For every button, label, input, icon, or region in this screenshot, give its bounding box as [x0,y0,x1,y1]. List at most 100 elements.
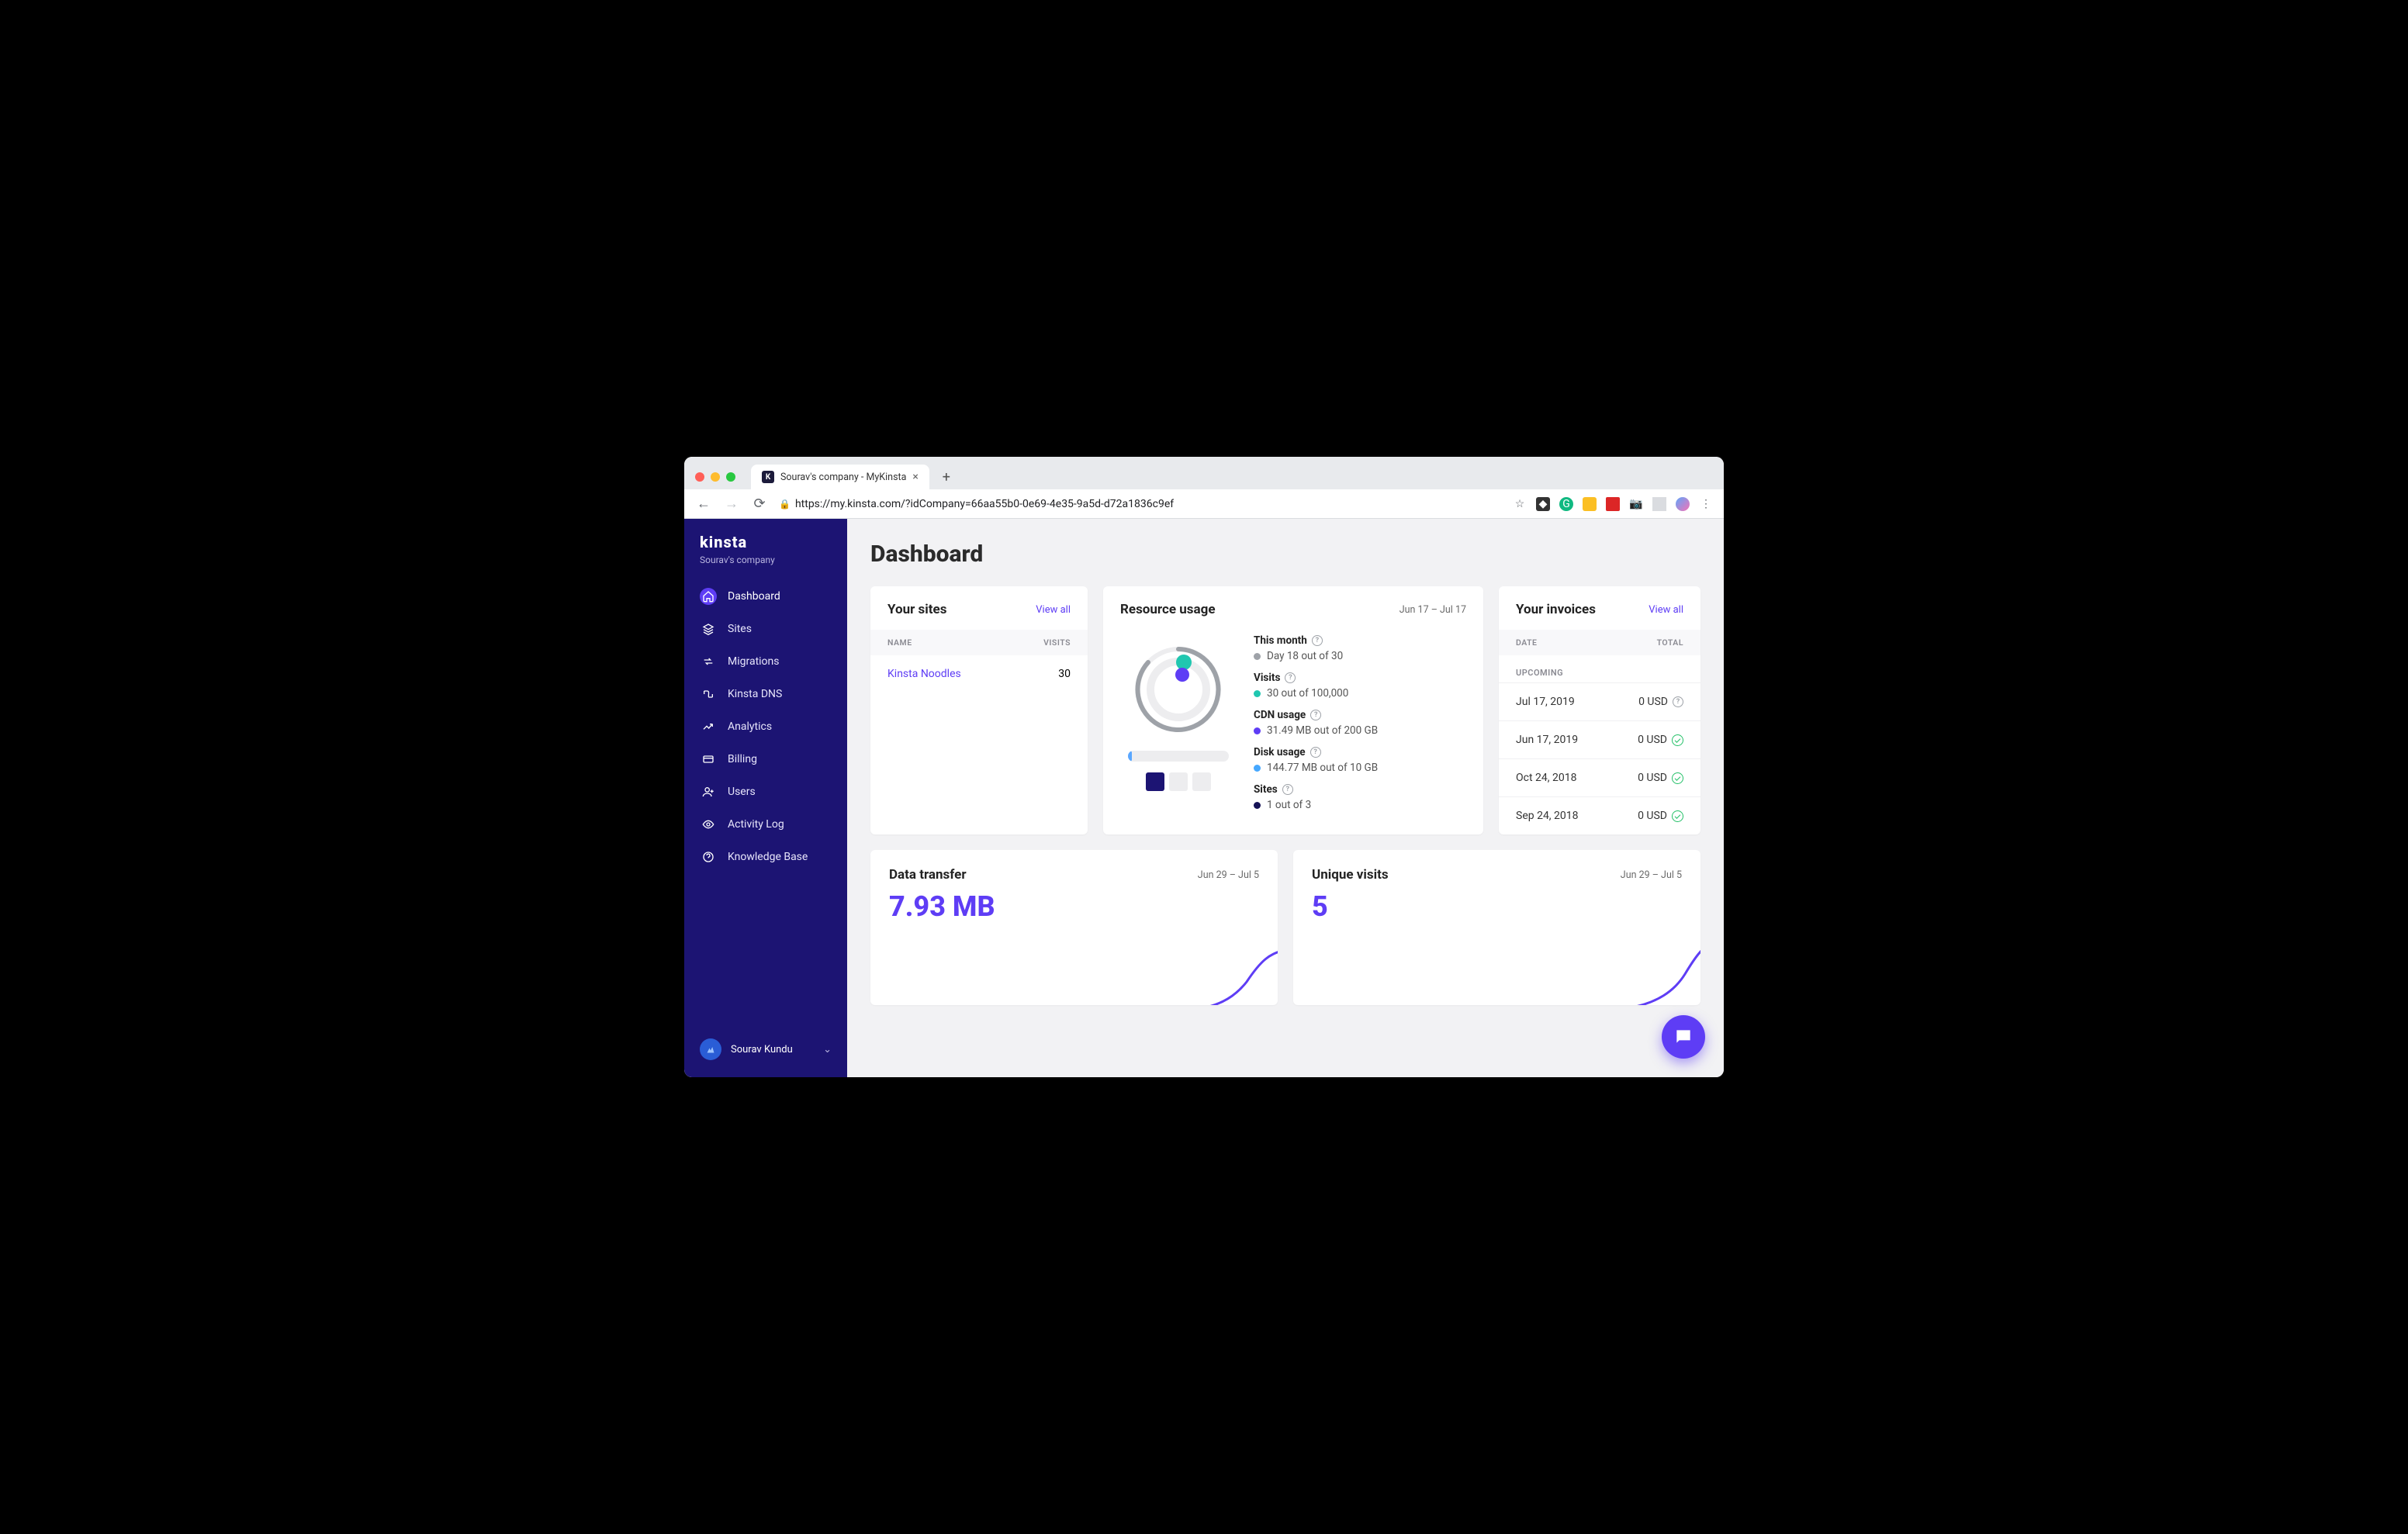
sidebar-item-migrations[interactable]: Migrations [684,646,847,677]
metric-visits: Visits 30 out of 100,000 [1254,672,1466,700]
sidebar-item-billing[interactable]: Billing [684,744,847,775]
sidebar-item-sites[interactable]: Sites [684,613,847,644]
card-title: Your invoices [1516,602,1596,617]
new-tab-button[interactable]: + [936,466,957,488]
browser-tab-bar: K Sourav's company - MyKinsta × + [684,457,1724,489]
sidebar-item-dns[interactable]: Kinsta DNS [684,679,847,710]
browser-menu-icon[interactable]: ⋮ [1699,497,1713,511]
page-title: Dashboard [870,541,1700,568]
invoice-row[interactable]: Sep 24, 2018 0 USD [1499,796,1700,834]
sidebar: kinsta Sourav's company Dashboard Sites … [684,519,847,1077]
extension-icon[interactable] [1606,497,1620,511]
invoice-amount: 0 USD [1638,696,1668,708]
sidebar-item-users[interactable]: Users [684,776,847,807]
check-icon [1672,734,1683,746]
card-title: Resource usage [1120,602,1216,617]
profile-avatar-icon[interactable] [1676,497,1690,511]
user-name: Sourav Kundu [731,1044,793,1055]
sidebar-item-label: Users [728,786,756,798]
tab-title: Sourav's company - MyKinsta [780,472,906,483]
invoice-amount: 0 USD [1638,734,1667,746]
invoice-date: Jun 17, 2019 [1516,734,1578,746]
invoice-amount: 0 USD [1638,772,1667,784]
help-icon[interactable] [1673,696,1683,707]
window-controls [695,472,735,482]
extension-icons: ☆ ◆ G 📷 ⋮ [1513,497,1713,511]
maximize-window-icon[interactable] [726,472,735,482]
disk-bar [1128,751,1229,762]
minimize-window-icon[interactable] [711,472,720,482]
resource-donut-chart [1128,639,1229,740]
sidebar-item-analytics[interactable]: Analytics [684,711,847,742]
invoice-row[interactable]: Jun 17, 2019 0 USD [1499,720,1700,758]
chat-fab-button[interactable] [1662,1015,1705,1059]
tab-close-icon[interactable]: × [912,471,918,483]
view-all-link[interactable]: View all [1036,604,1071,616]
metric-disk: Disk usage 144.77 MB out of 10 GB [1254,746,1466,774]
swap-icon [700,653,717,670]
card-title: Your sites [887,602,946,617]
extension-icon[interactable] [1583,497,1597,511]
metric-month: This month Day 18 out of 30 [1254,634,1466,662]
back-button[interactable]: ← [695,496,712,512]
help-icon[interactable] [1312,635,1323,646]
sidebar-item-kb[interactable]: Knowledge Base [684,841,847,872]
metric-cdn: CDN usage 31.49 MB out of 200 GB [1254,709,1466,737]
sidebar-item-activity[interactable]: Activity Log [684,809,847,840]
help-icon[interactable] [1285,672,1296,683]
help-icon[interactable] [1310,747,1321,758]
extension-icon[interactable]: 📷 [1629,497,1643,511]
col-date: DATE [1516,637,1537,648]
forward-button[interactable]: → [723,496,740,512]
sidebar-item-label: Analytics [728,720,772,733]
help-icon[interactable] [1282,784,1293,795]
home-icon [700,588,717,605]
favicon-icon: K [762,471,774,483]
bookmark-icon[interactable]: ☆ [1513,497,1527,511]
stack-icon [700,620,717,637]
site-link[interactable]: Kinsta Noodles [887,668,961,680]
invoice-row[interactable]: Jul 17, 2019 0 USD [1499,682,1700,720]
sidebar-item-dashboard[interactable]: Dashboard [684,581,847,612]
sidebar-item-label: Knowledge Base [728,851,808,863]
card-icon [700,751,717,768]
route-icon [700,686,717,703]
extension-icon[interactable]: ◆ [1536,497,1550,511]
sites-card: Your sites View all NAME VISITS Kinsta N… [870,586,1088,834]
site-visits: 30 [1058,668,1071,680]
unique-visits-card: Unique visits Jun 29 – Jul 5 5 [1293,850,1700,1005]
invoice-row[interactable]: Oct 24, 2018 0 USD [1499,758,1700,796]
table-row[interactable]: Kinsta Noodles 30 [870,655,1088,693]
date-range: Jun 29 – Jul 5 [1621,869,1682,881]
sidebar-item-label: Dashboard [728,590,780,603]
dot-icon [1254,765,1261,772]
help-icon [700,848,717,865]
dot-icon [1254,802,1261,809]
table-header: NAME VISITS [870,630,1088,655]
date-range: Jun 29 – Jul 5 [1198,869,1259,881]
col-total: TOTAL [1657,637,1683,648]
upcoming-label: UPCOMING [1499,655,1700,682]
dot-icon [1254,727,1261,734]
chat-icon [1673,1027,1694,1047]
url-text: https://my.kinsta.com/?idCompany=66aa55b… [795,498,1174,510]
user-plus-icon [700,783,717,800]
sidebar-user[interactable]: Sourav Kundu ⌄ [684,1031,847,1068]
extension-icon[interactable]: G [1559,497,1573,511]
reload-button[interactable]: ⟳ [751,496,768,512]
invoice-date: Sep 24, 2018 [1516,810,1579,822]
sidebar-item-label: Migrations [728,655,780,668]
url-field[interactable]: 🔒 https://my.kinsta.com/?idCompany=66aa5… [779,498,1502,510]
browser-tab[interactable]: K Sourav's company - MyKinsta × [751,465,929,489]
view-all-link[interactable]: View all [1649,604,1683,616]
close-window-icon[interactable] [695,472,704,482]
sidebar-item-label: Activity Log [728,818,784,831]
col-name: NAME [887,637,912,648]
sidebar-item-label: Kinsta DNS [728,688,782,700]
table-header: DATE TOTAL [1499,630,1700,655]
help-icon[interactable] [1310,710,1321,720]
sidebar-item-label: Billing [728,753,757,765]
user-avatar-icon [700,1038,721,1060]
company-name: Sourav's company [684,555,847,581]
invoice-date: Oct 24, 2018 [1516,772,1576,784]
